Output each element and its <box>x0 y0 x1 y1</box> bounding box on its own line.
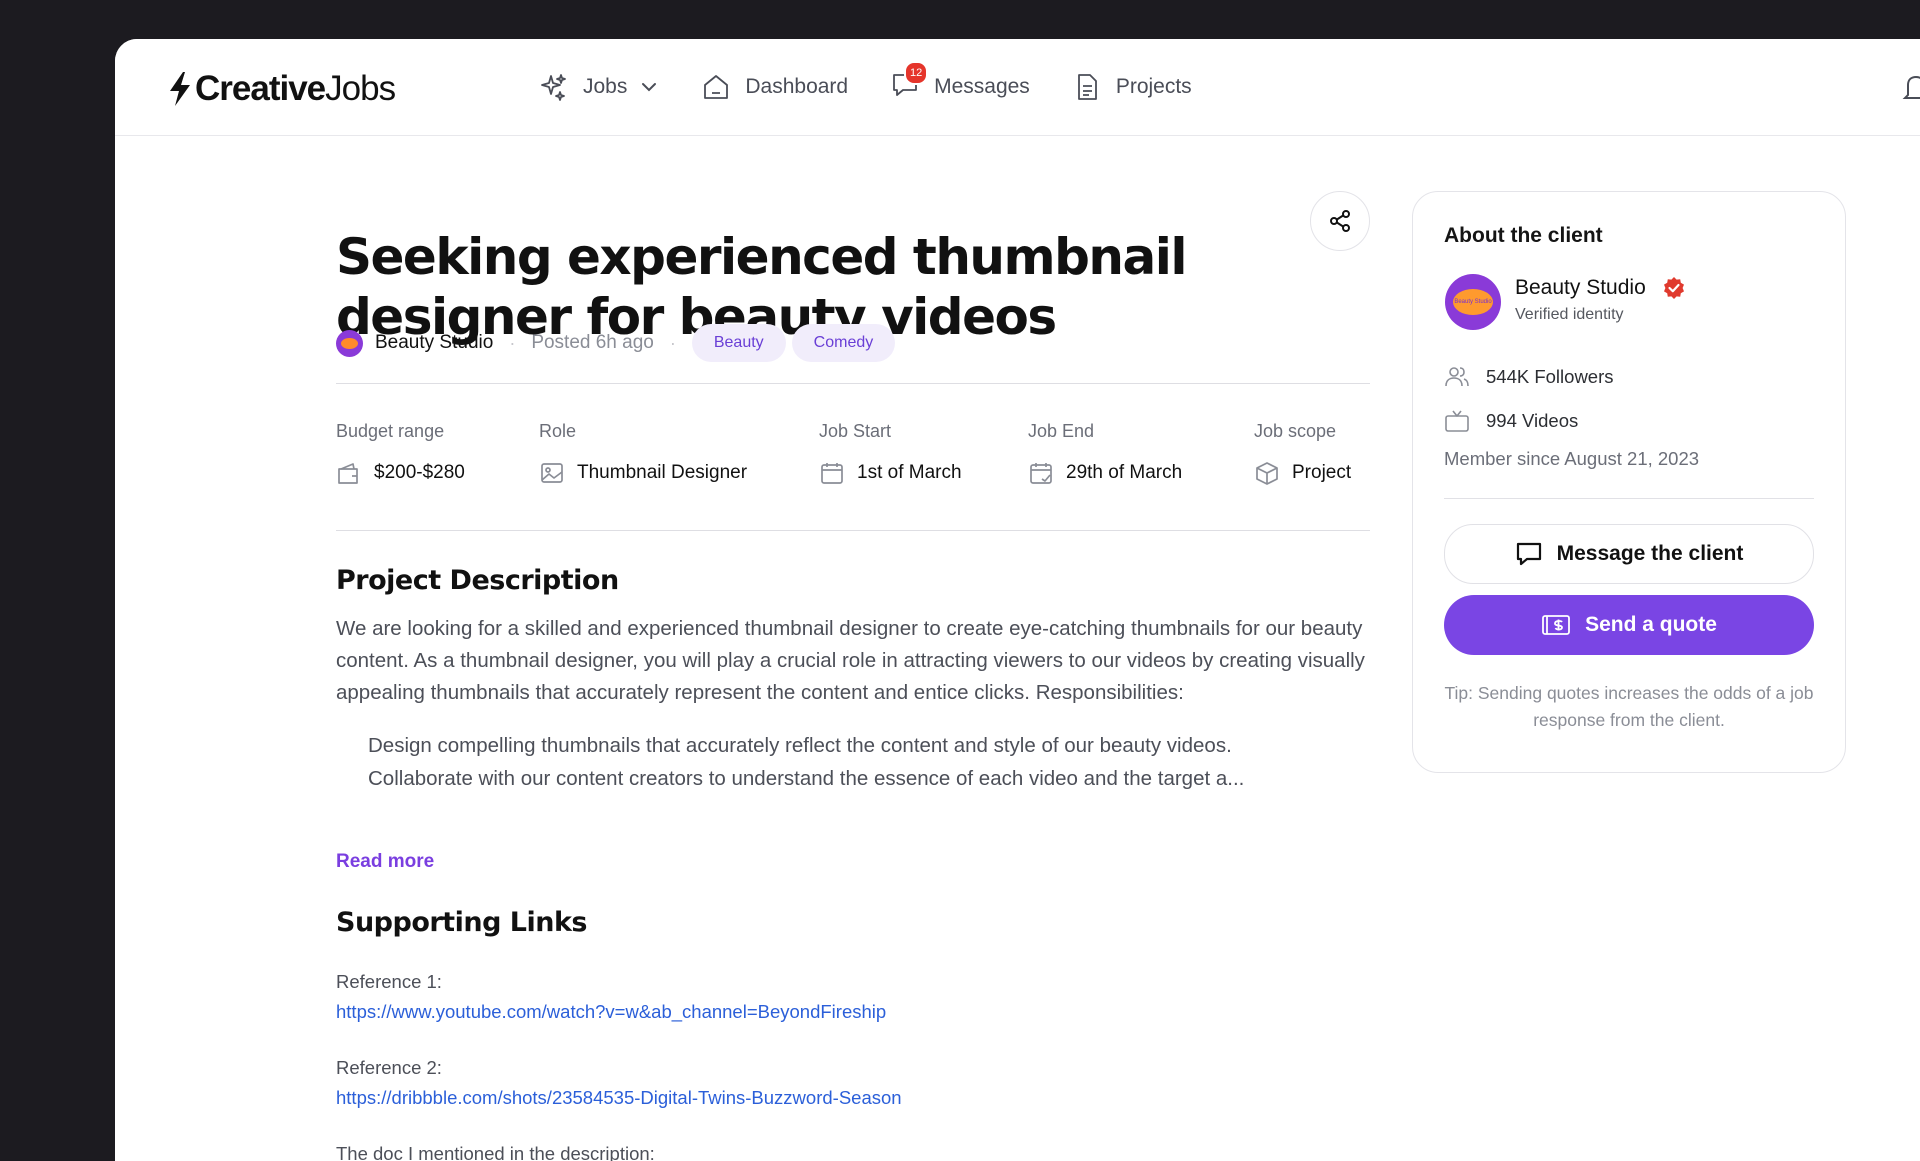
calendar-icon <box>821 463 843 484</box>
wallet-icon <box>338 463 358 484</box>
message-client-button[interactable]: Message the client <box>1444 524 1814 584</box>
fact-value: Thumbnail Designer <box>577 462 748 483</box>
send-quote-button[interactable]: Send a quote <box>1444 595 1814 655</box>
about-client-heading: About the client <box>1444 224 1603 247</box>
image-icon <box>541 463 563 483</box>
reference-link[interactable]: https://dribbble.com/shots/23584535-Digi… <box>336 1087 902 1109</box>
responsibilities-list: Design compelling thumbnails that accura… <box>336 729 1370 795</box>
tag-beauty[interactable]: Beauty <box>691 324 786 362</box>
videos-count: 994 Videos <box>1486 410 1579 431</box>
sparkle-icon <box>541 74 566 101</box>
list-item: Design compelling thumbnails that accura… <box>368 729 1370 762</box>
member-since: Member since August 21, 2023 <box>1444 448 1700 469</box>
nav-jobs-label: Jobs <box>583 75 628 98</box>
fact-label: Job Start <box>819 421 892 441</box>
followers-row: 544K Followers <box>1444 364 1614 390</box>
divider <box>336 383 1370 384</box>
nav-messages-label: Messages <box>934 75 1030 98</box>
card-divider <box>1444 498 1814 499</box>
top-navigation-bar: Creative Jobs Jobs Dashboard 12 Messages… <box>115 39 1920 136</box>
nav-projects-label: Projects <box>1115 75 1192 98</box>
tag-comedy[interactable]: Comedy <box>791 324 896 362</box>
posted-time: Posted 6h ago <box>531 332 654 353</box>
reference-link[interactable]: https://www.youtube.com/watch?v=w&ab_cha… <box>336 1001 902 1023</box>
home-icon <box>704 75 729 99</box>
nav-projects[interactable]: Projects <box>1072 72 1192 102</box>
chevron-down-icon[interactable] <box>639 77 659 97</box>
fact-job-end: Job End 29th of March <box>1028 421 1182 486</box>
nav-messages[interactable]: 12 Messages <box>890 61 1030 105</box>
project-description: We are looking for a skilled and experie… <box>336 613 1370 795</box>
app-window: Creative Jobs Jobs Dashboard 12 Messages… <box>115 39 1920 1161</box>
doc-reference-label: The doc I mentioned in the description: <box>336 1143 655 1161</box>
messages-icon-wrap: 12 <box>890 61 934 105</box>
chat-bubble-icon <box>1516 542 1541 566</box>
fact-job-start: Job Start 1st of March <box>819 421 962 486</box>
fact-job-scope: Job scope Project <box>1254 421 1351 486</box>
divider <box>336 530 1370 531</box>
share-icon <box>1330 210 1350 232</box>
document-icon <box>1077 74 1097 100</box>
separator-dot: · <box>509 332 516 353</box>
client-avatar-logo-text: Beauty Studio <box>1453 289 1493 315</box>
fact-value: 1st of March <box>857 462 962 483</box>
job-meta: Beauty Studio · Posted 6h ago · Beauty C… <box>336 324 901 362</box>
client-name-text: Beauty Studio <box>1515 276 1646 299</box>
fact-label: Job scope <box>1254 421 1337 441</box>
creativejobs-logo[interactable]: Creative Jobs <box>167 69 396 109</box>
nav-jobs[interactable]: Jobs <box>539 72 659 102</box>
users-icon <box>1445 367 1469 387</box>
verified-identity-label: Verified identity <box>1515 306 1624 323</box>
client-avatar: Beauty Studio <box>1445 274 1501 330</box>
message-client-label: Message the client <box>1556 542 1744 565</box>
read-more-link[interactable]: Read more <box>336 851 434 873</box>
about-client-card: About the client Beauty Studio Beauty St… <box>1412 191 1846 773</box>
messages-badge: 12 <box>904 61 929 85</box>
project-description-heading: Project Description <box>336 565 619 596</box>
supporting-links: Reference 1: https://www.youtube.com/wat… <box>336 971 902 1161</box>
bell-icon[interactable] <box>1900 71 1920 105</box>
fact-value: 29th of March <box>1066 462 1183 483</box>
fact-label: Role <box>539 421 577 441</box>
calendar-check-icon <box>1030 463 1052 484</box>
videos-row: 994 Videos <box>1444 408 1578 434</box>
fact-label: Budget range <box>336 421 445 441</box>
fact-role: Role Thumbnail Designer <box>539 421 747 486</box>
fact-value: Project <box>1292 462 1352 483</box>
client-avatar-small <box>336 329 363 357</box>
fact-value: $200-$280 <box>374 462 465 483</box>
box-icon <box>1256 462 1278 485</box>
lightning-icon <box>170 72 190 106</box>
job-facts: Budget range $200-$280 Role Thumbnail De… <box>336 421 1370 501</box>
description-body: We are looking for a skilled and experie… <box>336 617 1365 704</box>
tv-icon <box>1445 410 1469 432</box>
nav-dashboard[interactable]: Dashboard <box>701 72 848 102</box>
send-quote-label: Send a quote <box>1585 613 1717 636</box>
fact-budget: Budget range $200-$280 <box>336 421 465 486</box>
reference-label: Reference 2: <box>336 1057 442 1078</box>
client-name[interactable]: Beauty Studio <box>1515 276 1686 300</box>
client-name-link[interactable]: Beauty Studio <box>375 332 493 354</box>
main-nav: Jobs Dashboard 12 Messages Projects <box>539 61 1234 111</box>
fact-label: Job End <box>1028 421 1095 441</box>
share-button[interactable] <box>1310 191 1370 251</box>
reference-label: Reference 1: <box>336 971 442 992</box>
money-icon <box>1542 615 1570 635</box>
followers-count: 544K Followers <box>1486 366 1614 387</box>
supporting-links-heading: Supporting Links <box>336 907 588 938</box>
list-item: Collaborate with our content creators to… <box>368 762 1370 795</box>
quote-tip: Tip: Sending quotes increases the odds o… <box>1444 683 1814 730</box>
logo-text-bold: Creative <box>195 69 326 108</box>
separator-dot: · <box>669 332 676 353</box>
nav-dashboard-label: Dashboard <box>745 75 849 98</box>
verified-badge-icon <box>1663 277 1684 299</box>
logo-text-light: Jobs <box>325 69 396 108</box>
